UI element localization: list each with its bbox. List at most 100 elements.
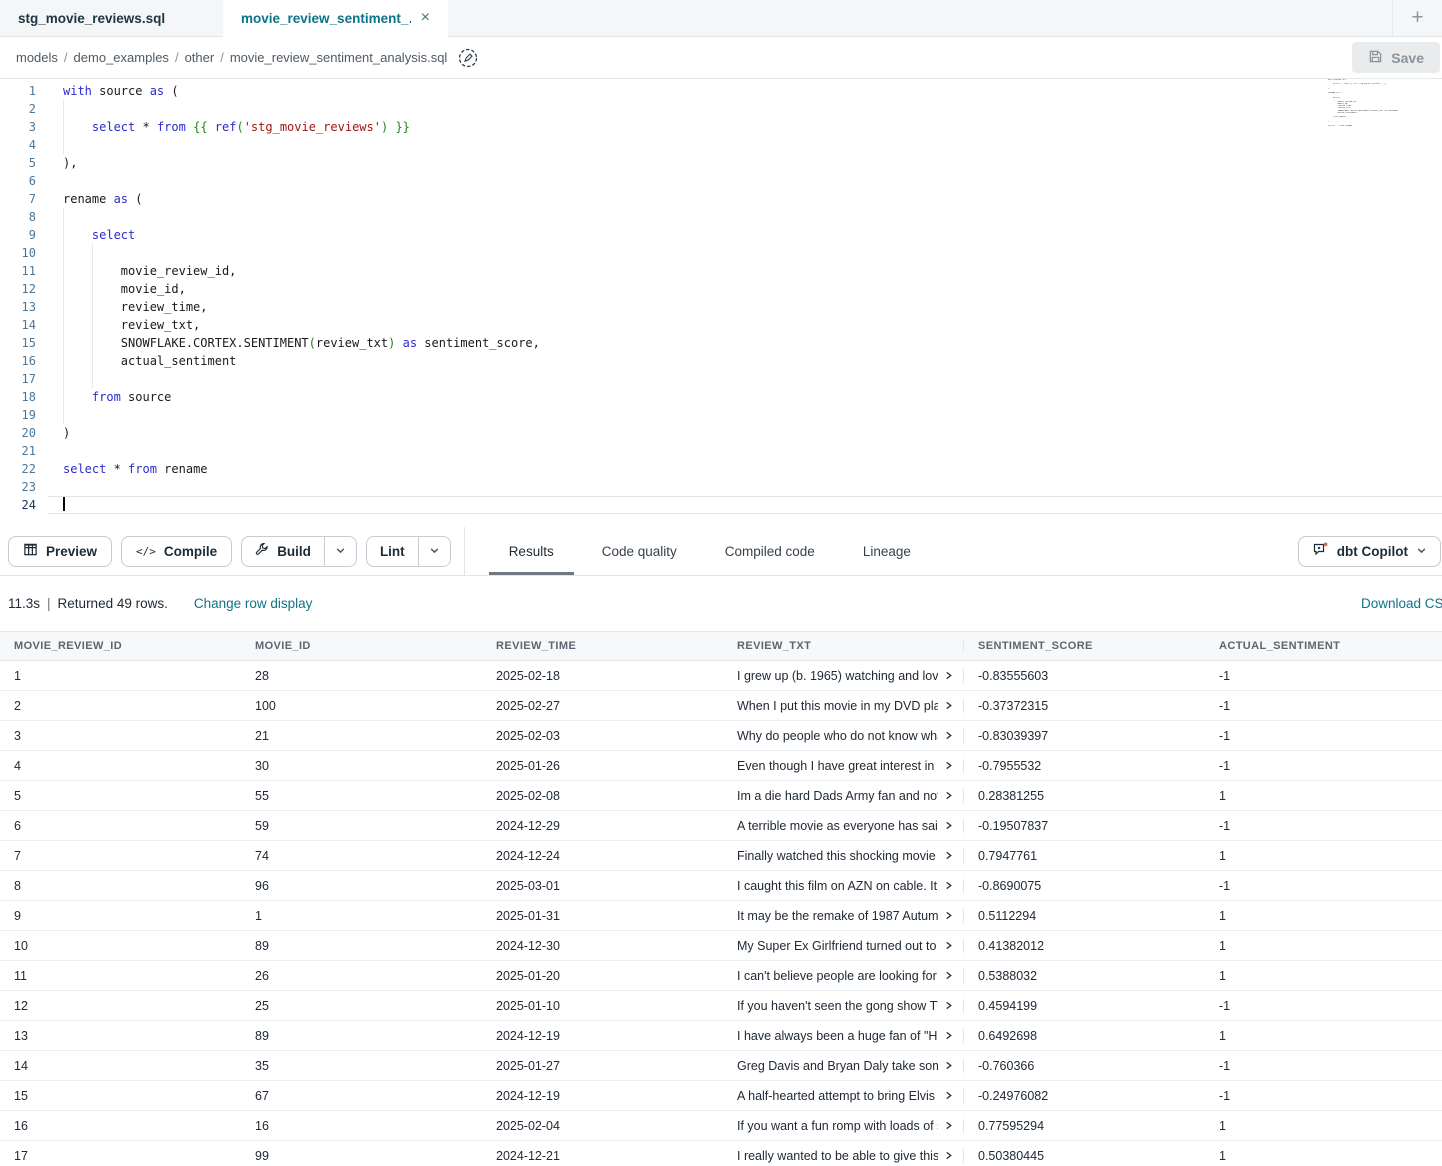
cell-review_txt: Finally watched this shocking movie la… xyxy=(723,849,964,863)
lint-dropdown-button[interactable] xyxy=(418,537,450,566)
expand-cell-icon[interactable] xyxy=(938,731,963,740)
preview-button[interactable]: Preview xyxy=(8,536,112,567)
cell-movie_id: 55 xyxy=(241,789,482,803)
cell-review_txt: My Super Ex Girlfriend turned out to b… xyxy=(723,939,964,953)
cell-movie_review_id: 15 xyxy=(0,1089,241,1103)
cell-actual_sentiment: 1 xyxy=(1205,939,1442,953)
cell-review_txt: I have always been a huge fan of "Hom… xyxy=(723,1029,964,1043)
expand-cell-icon[interactable] xyxy=(938,1061,963,1070)
expand-cell-icon[interactable] xyxy=(938,1151,963,1160)
breadcrumb-segment-other: other xyxy=(185,50,215,65)
code-line: 2 xyxy=(0,100,1442,118)
breadcrumb-row: models / demo_examples / other / movie_r… xyxy=(0,37,1442,79)
toolbar-divider xyxy=(464,527,465,575)
code-line: 17 xyxy=(0,370,1442,388)
tab-lineage[interactable]: Lineage xyxy=(843,527,931,575)
line-number: 13 xyxy=(0,298,48,316)
tab-label: movie_review_sentiment_… xyxy=(241,11,411,26)
table-row: 10892024-12-30My Super Ex Girlfriend tur… xyxy=(0,931,1442,961)
table-row: 14352025-01-27Greg Davis and Bryan Daly … xyxy=(0,1051,1442,1081)
line-number: 23 xyxy=(0,478,48,496)
code-editor[interactable]: 1with source as (23 select * from {{ ref… xyxy=(0,79,1442,527)
expand-cell-icon[interactable] xyxy=(938,671,963,680)
cell-review_txt: I really wanted to be able to give this … xyxy=(723,1149,964,1163)
table-grid-icon xyxy=(23,542,38,560)
cell-movie_review_id: 3 xyxy=(0,729,241,743)
review-text: I can't believe people are looking for a… xyxy=(737,969,938,983)
cell-actual_sentiment: -1 xyxy=(1205,879,1442,893)
line-number: 3 xyxy=(0,118,48,136)
cell-sentiment_score: 0.77595294 xyxy=(964,1119,1205,1133)
expand-cell-icon[interactable] xyxy=(938,971,963,980)
tab-movie-review-sentiment[interactable]: movie_review_sentiment_… × xyxy=(223,0,448,36)
tab-results[interactable]: Results xyxy=(489,527,574,575)
expand-cell-icon[interactable] xyxy=(938,911,963,920)
code-line: 13 review_time, xyxy=(0,298,1442,316)
code-line: 18 from source xyxy=(0,388,1442,406)
cell-movie_review_id: 13 xyxy=(0,1029,241,1043)
indent-guide xyxy=(63,100,64,154)
expand-cell-icon[interactable] xyxy=(938,1031,963,1040)
line-number: 9 xyxy=(0,226,48,244)
breadcrumb-segment-models: models xyxy=(16,50,58,65)
new-tab-button[interactable]: + xyxy=(1392,0,1442,36)
compile-button[interactable]: </> Compile xyxy=(121,536,232,567)
expand-cell-icon[interactable] xyxy=(938,1001,963,1010)
cell-review_txt: A terrible movie as everyone has said. … xyxy=(723,819,964,833)
line-number: 16 xyxy=(0,352,48,370)
column-header-movie_id: MOVIE_ID xyxy=(241,640,482,652)
cell-review_time: 2024-12-29 xyxy=(482,819,723,833)
expand-cell-icon[interactable] xyxy=(938,1121,963,1130)
indent-guide xyxy=(63,208,64,424)
table-row: 16162025-02-04If you want a fun romp wit… xyxy=(0,1111,1442,1141)
build-dropdown-button[interactable] xyxy=(324,537,356,566)
cell-sentiment_score: 0.41382012 xyxy=(964,939,1205,953)
tab-stg-movie-reviews[interactable]: stg_movie_reviews.sql xyxy=(0,0,223,36)
close-tab-icon[interactable]: × xyxy=(411,9,430,27)
expand-cell-icon[interactable] xyxy=(938,941,963,950)
expand-cell-icon[interactable] xyxy=(938,701,963,710)
results-table: MOVIE_REVIEW_IDMOVIE_IDREVIEW_TIMEREVIEW… xyxy=(0,631,1442,1166)
lint-button[interactable]: Lint xyxy=(367,537,418,566)
code-line: 4 xyxy=(0,136,1442,154)
save-button[interactable]: Save xyxy=(1352,42,1440,73)
copilot-badge-icon[interactable] xyxy=(457,47,479,69)
build-label: Build xyxy=(277,544,311,559)
table-row: 15672024-12-19A half-hearted attempt to … xyxy=(0,1081,1442,1111)
table-row: 5552025-02-08Im a die hard Dads Army fan… xyxy=(0,781,1442,811)
line-number: 11 xyxy=(0,262,48,280)
expand-cell-icon[interactable] xyxy=(938,1091,963,1100)
line-number: 10 xyxy=(0,244,48,262)
chevron-down-icon xyxy=(429,544,440,559)
expand-cell-icon[interactable] xyxy=(938,761,963,770)
column-header-review_txt: REVIEW_TXT xyxy=(723,640,964,652)
save-label: Save xyxy=(1391,50,1424,66)
tab-compiled-code[interactable]: Compiled code xyxy=(705,527,835,575)
download-csv-link[interactable]: Download CSV xyxy=(1361,596,1442,611)
code-brackets-icon: </> xyxy=(136,545,156,558)
table-row: 11262025-01-20I can't believe people are… xyxy=(0,961,1442,991)
expand-cell-icon[interactable] xyxy=(938,851,963,860)
cell-review_txt: When I put this movie in my DVD playe… xyxy=(723,699,964,713)
expand-cell-icon[interactable] xyxy=(938,791,963,800)
table-row: 13892024-12-19I have always been a huge … xyxy=(0,1021,1442,1051)
review-text: Even though I have great interest in Bi… xyxy=(737,759,938,773)
review-text: When I put this movie in my DVD playe… xyxy=(737,699,938,713)
cell-movie_review_id: 2 xyxy=(0,699,241,713)
cell-review_time: 2024-12-24 xyxy=(482,849,723,863)
change-row-display-link[interactable]: Change row display xyxy=(194,596,313,611)
column-header-movie_review_id: MOVIE_REVIEW_ID xyxy=(0,640,241,652)
dbt-copilot-button[interactable]: dbt Copilot xyxy=(1298,536,1441,567)
copilot-chat-icon xyxy=(1312,541,1329,561)
cell-movie_id: 1 xyxy=(241,909,482,923)
cell-movie_review_id: 5 xyxy=(0,789,241,803)
returned-rows-status: Returned 49 rows. xyxy=(58,596,168,611)
expand-cell-icon[interactable] xyxy=(938,821,963,830)
minimap[interactable]: with source as ( select * from {{ ref('s… xyxy=(1328,79,1398,132)
cell-sentiment_score: 0.5112294 xyxy=(964,909,1205,923)
cell-movie_id: 25 xyxy=(241,999,482,1013)
tab-code-quality[interactable]: Code quality xyxy=(582,527,697,575)
build-button[interactable]: Build xyxy=(242,537,324,566)
code-line: 7rename as ( xyxy=(0,190,1442,208)
expand-cell-icon[interactable] xyxy=(938,881,963,890)
